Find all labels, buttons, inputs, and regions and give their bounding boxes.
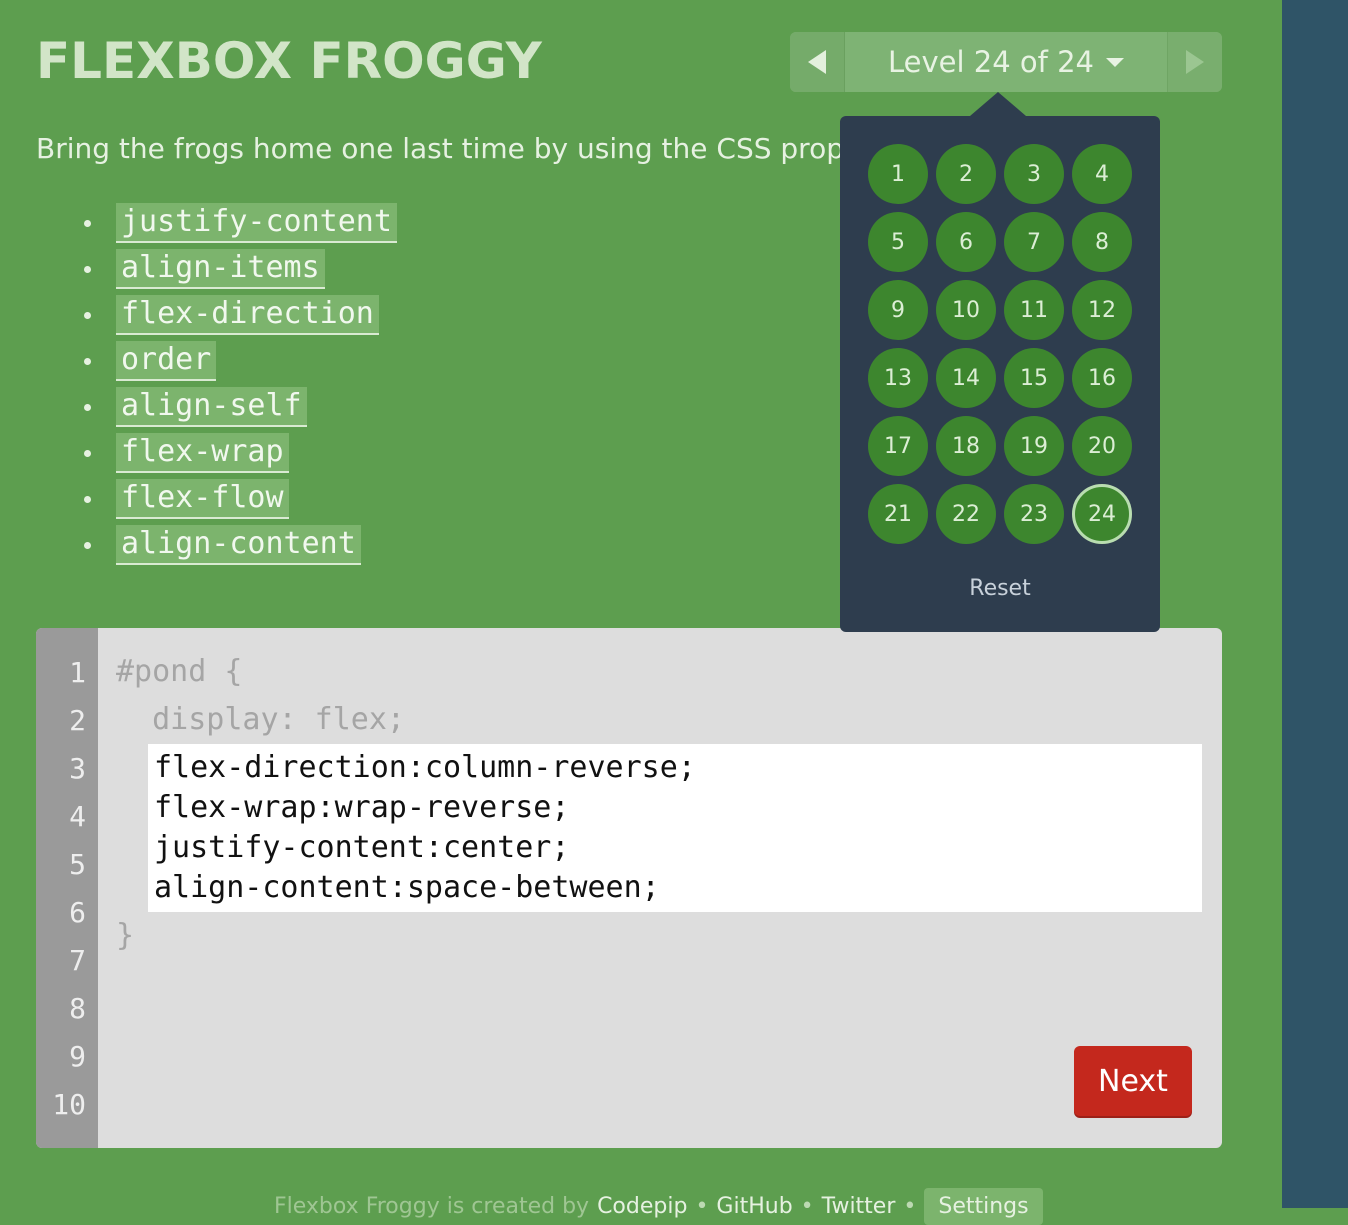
level-grid: 1 2 3 4 5 6 7 8 9 10 11 12 13 14 15 16 1… [868,144,1132,544]
level-indicator-dropdown[interactable]: Level 24 of 24 [845,32,1167,92]
list-item: flex-flow [84,476,397,522]
level-button[interactable]: 8 [1072,212,1132,272]
line-number: 1 [69,656,86,689]
next-level-arrow-button[interactable] [1167,32,1222,92]
game-title: FLEXBOX FROGGY [36,32,542,90]
separator-dot: • [800,1194,814,1219]
separator-dot: • [903,1194,917,1219]
input-line: flex-direction:column-reverse; [154,750,696,785]
list-item: align-self [84,384,397,430]
level-button[interactable]: 16 [1072,348,1132,408]
line-number: 9 [69,1040,86,1073]
property-tag[interactable]: align-content [116,525,361,565]
line-number-gutter: 1 2 3 4 5 6 7 8 9 10 [36,628,98,1148]
list-item: align-items [84,246,397,292]
code-line-selector: #pond { [116,654,243,689]
property-tag[interactable]: flex-flow [116,479,289,519]
level-button[interactable]: 6 [936,212,996,272]
pond-board [1282,0,1348,1208]
code-line-closing-brace: } [116,918,135,953]
code-editor: 1 2 3 4 5 6 7 8 9 10 #pond { display: fl… [36,628,1222,1148]
level-indicator-label: Level 24 of 24 [888,45,1094,79]
property-tag[interactable]: align-items [116,249,325,289]
settings-button[interactable]: Settings [924,1188,1043,1225]
level-button[interactable]: 5 [868,212,928,272]
level-button[interactable]: 11 [1004,280,1064,340]
triangle-right-icon [1186,50,1204,74]
property-tag[interactable]: justify-content [116,203,397,243]
level-button[interactable]: 7 [1004,212,1064,272]
level-navigator: Level 24 of 24 [790,32,1222,92]
level-button[interactable]: 12 [1072,280,1132,340]
property-tag[interactable]: order [116,341,217,381]
list-item: align-content [84,522,397,568]
line-number: 4 [69,800,86,833]
reset-button[interactable]: Reset [840,576,1160,601]
footer: Flexbox Froggy is created by Codepip • G… [274,1188,1043,1225]
level-button[interactable]: 2 [936,144,996,204]
instructions-text: Bring the frogs home one last time by us… [36,132,924,165]
level-button[interactable]: 21 [868,484,928,544]
list-item: justify-content [84,200,397,246]
previous-level-button[interactable] [790,32,845,92]
level-button[interactable]: 18 [936,416,996,476]
separator-dot: • [695,1194,709,1219]
line-number: 8 [69,992,86,1025]
caret-down-icon [1105,57,1124,67]
level-button[interactable]: 17 [868,416,928,476]
line-number: 3 [69,752,86,785]
level-button[interactable]: 13 [868,348,928,408]
level-button[interactable]: 22 [936,484,996,544]
level-button[interactable]: 20 [1072,416,1132,476]
line-number: 10 [52,1088,86,1121]
level-button[interactable]: 23 [1004,484,1064,544]
input-line: align-content:space-between; [154,870,660,905]
level-button[interactable]: 4 [1072,144,1132,204]
codepip-link[interactable]: Codepip [597,1194,687,1219]
code-line-display: display: flex; [116,702,405,737]
level-button[interactable]: 15 [1004,348,1064,408]
input-line: justify-content:center; [154,830,570,865]
level-button[interactable]: 10 [936,280,996,340]
property-tag[interactable]: flex-wrap [116,433,289,473]
property-tag[interactable]: align-self [116,387,307,427]
list-item: order [84,338,397,384]
input-line: flex-wrap:wrap-reverse; [154,790,570,825]
level-button-current[interactable]: 24 [1072,484,1132,544]
triangle-left-icon [808,50,826,74]
next-button[interactable]: Next [1074,1046,1192,1116]
level-button[interactable]: 3 [1004,144,1064,204]
line-number: 7 [69,944,86,977]
level-button[interactable]: 19 [1004,416,1064,476]
footer-credit-text: Flexbox Froggy is created by [274,1194,590,1219]
github-link[interactable]: GitHub [716,1194,792,1219]
level-select-popup: 1 2 3 4 5 6 7 8 9 10 11 12 13 14 15 16 1… [840,92,1160,632]
list-item: flex-wrap [84,430,397,476]
css-input-field[interactable]: flex-direction:column-reverse; flex-wrap… [148,744,1202,912]
css-property-list: justify-content align-items flex-directi… [84,200,397,568]
level-button[interactable]: 9 [868,280,928,340]
list-item: flex-direction [84,292,397,338]
twitter-link[interactable]: Twitter [822,1194,896,1219]
line-number: 2 [69,704,86,737]
level-button[interactable]: 14 [936,348,996,408]
line-number: 6 [69,896,86,929]
level-button[interactable]: 1 [868,144,928,204]
property-tag[interactable]: flex-direction [116,295,379,335]
line-number: 5 [69,848,86,881]
